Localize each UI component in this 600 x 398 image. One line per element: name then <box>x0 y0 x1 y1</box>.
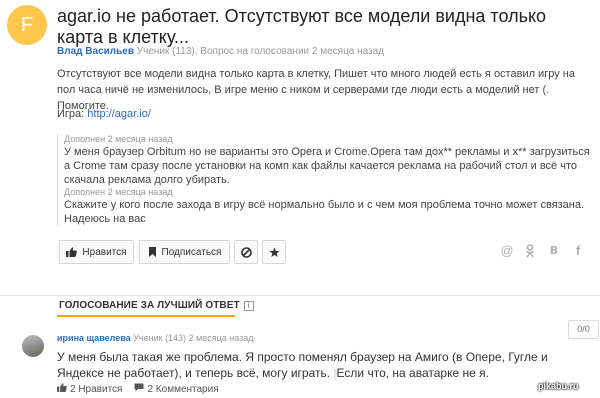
vote-score[interactable]: 0/0 <box>568 320 599 339</box>
question-author-link[interactable]: Влад Васильев <box>57 46 134 57</box>
addition-label: Дополнен 2 месяца назад <box>64 187 173 197</box>
question-title: agar.io не работает. Отсутствуют все мод… <box>57 6 547 47</box>
star-button[interactable] <box>262 240 286 264</box>
answer-avatar[interactable] <box>22 335 44 357</box>
watermark: pikabu.ru <box>538 381 579 391</box>
answer-body: У меня была такая же проблема. Я просто … <box>57 349 567 381</box>
star-icon <box>269 247 280 258</box>
addition-text: Скажите у кого после захода в игру всё н… <box>64 199 585 225</box>
like-button-label: Нравится <box>82 246 127 258</box>
question-addition-1: Дополнен 2 месяца назад У меня браузер O… <box>57 133 592 187</box>
section-divider <box>0 295 600 296</box>
answer-like-button[interactable]: 2 Нравится <box>57 383 122 395</box>
odnoklassniki-icon[interactable] <box>523 244 537 258</box>
question-meta-text: Ученик (113), Вопрос на голосовании 2 ме… <box>136 46 385 57</box>
avatar-letter: F <box>20 14 34 36</box>
answer-comments-button[interactable]: 2 Комментария <box>134 383 219 395</box>
voting-header-underline <box>57 315 235 317</box>
addition-label: Дополнен 2 месяца назад <box>64 134 173 144</box>
question-game-line: Игра: http://agar.io/ <box>57 108 151 120</box>
answer-comments-label: 2 Комментария <box>147 383 219 395</box>
voting-header: ГОЛОСОВАНИЕ ЗА ЛУЧШИЙ ОТВЕТ i <box>59 300 254 311</box>
at-icon[interactable]: @ <box>500 244 514 258</box>
question-body: Отсутствуют все модели видна только карт… <box>57 68 575 112</box>
question-meta: Влад Васильев Ученик (113), Вопрос на го… <box>57 46 384 57</box>
block-icon <box>240 246 252 258</box>
answer-likes-label: 2 Нравится <box>70 383 123 395</box>
subscribe-button-label: Подписаться <box>161 246 222 258</box>
addition-text: У меня браузер Orbitum но не варианты эт… <box>64 146 590 186</box>
vk-icon[interactable]: В <box>547 244 561 258</box>
facebook-icon[interactable]: f <box>571 244 585 258</box>
like-button[interactable]: Нравится <box>59 240 134 264</box>
voting-header-text: ГОЛОСОВАНИЕ ЗА ЛУЧШИЙ ОТВЕТ <box>59 300 240 311</box>
answer-meta-text: Ученик (143) 2 месяца назад <box>133 333 254 343</box>
answer-meta: ирина щавелева Ученик (143) 2 месяца наз… <box>57 333 254 343</box>
game-label: Игра: <box>57 108 85 120</box>
question-avatar: F <box>7 5 47 45</box>
answer-text-extra: Если что, на аватарке не я. <box>336 366 489 380</box>
subscribe-button[interactable]: Подписаться <box>139 240 230 264</box>
answer-actions: 2 Нравится 2 Комментария <box>57 383 219 395</box>
thumbs-up-icon <box>66 247 78 257</box>
question-addition-2: Дополнен 2 месяца назад Скажите у кого п… <box>57 186 592 226</box>
game-link[interactable]: http://agar.io/ <box>87 108 151 120</box>
bookmark-icon <box>148 247 157 257</box>
info-icon[interactable]: i <box>243 300 254 311</box>
block-button[interactable] <box>234 240 258 264</box>
comment-icon <box>134 383 144 395</box>
answer-author-link[interactable]: ирина щавелева <box>57 333 131 343</box>
thumbs-up-icon <box>57 383 67 395</box>
